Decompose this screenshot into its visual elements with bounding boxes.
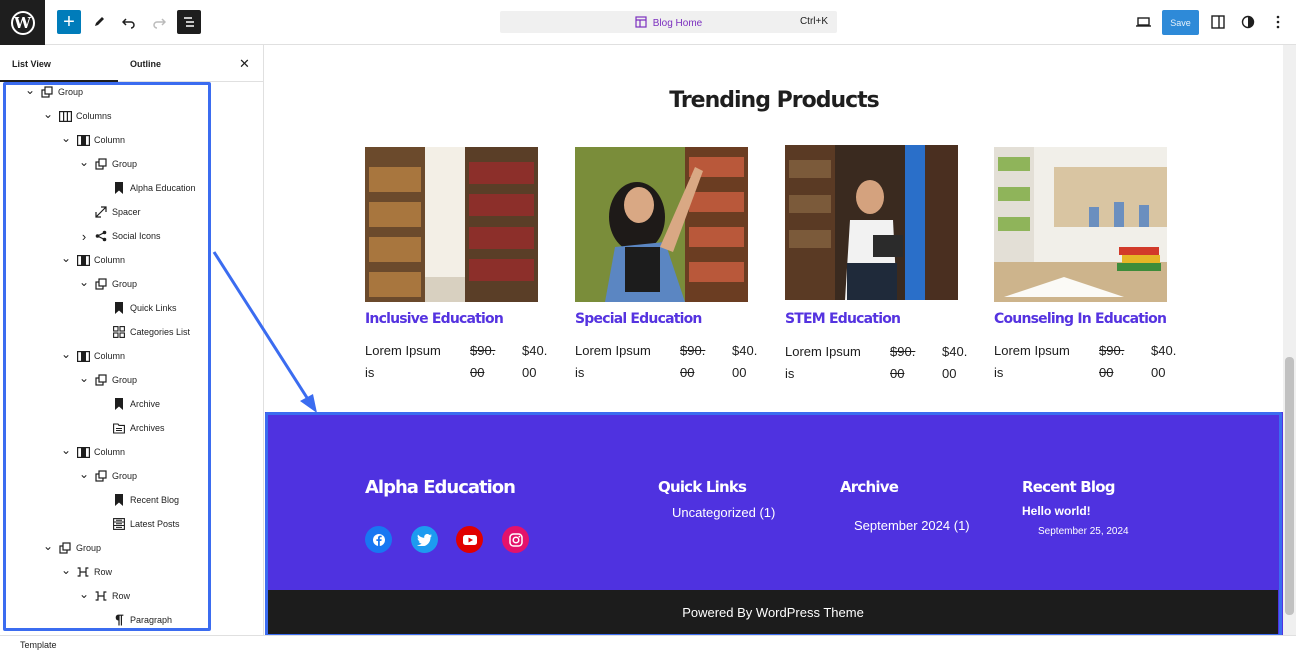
options-button[interactable] [1266,10,1290,34]
pencil-icon [95,17,104,26]
editor-header: W + Blog Home Ctrl+K Save [0,0,1296,45]
product-description: Lorem Ipsum is [575,343,651,380]
product-description: Lorem Ipsum is [365,343,441,380]
block-breadcrumb-bar: Template [0,635,1296,654]
tab-outline[interactable]: Outline [130,59,161,69]
footer-recent-blog-heading[interactable]: Recent Blog [1022,478,1115,496]
twitter-icon[interactable] [411,526,438,553]
product-old-price: $90. 00 [890,344,916,381]
wordpress-icon: W [10,10,35,35]
sidebar-icon [1211,15,1225,29]
redo-button[interactable] [147,10,171,34]
settings-panel-button[interactable] [1206,10,1230,34]
shortcut-hint: Ctrl+K [799,16,828,27]
undo-button[interactable] [117,10,141,34]
tools-button[interactable] [87,10,111,34]
breadcrumb-template[interactable]: Template [20,640,57,650]
footer-recent-post-date: September 25, 2024 [1038,526,1129,537]
instagram-icon[interactable] [502,526,529,553]
section-heading[interactable]: Trending Products [265,88,1283,113]
undo-icon [122,18,135,29]
footer-recent-post-link[interactable]: Hello world! [1022,504,1091,518]
footer-archive-link[interactable]: September 2024 (1) [854,518,970,533]
editor-canvas[interactable]: Trending Products Inclusive Education Lo… [265,45,1283,635]
footer-archive-heading[interactable]: Archive [840,478,899,496]
plus-icon: + [63,11,75,33]
footer-quick-links-heading[interactable]: Quick Links [658,478,747,496]
tab-list-view[interactable]: List View [12,59,51,69]
product-image[interactable] [575,147,748,302]
view-button[interactable] [1132,10,1156,34]
more-vertical-icon [1276,15,1280,29]
product-card[interactable]: Counseling In Education Lorem Ipsum is $9… [994,147,1176,380]
product-new-price: $40. 00 [942,344,968,381]
add-block-button[interactable]: + [57,10,81,34]
product-title[interactable]: Inclusive Education [365,311,504,327]
desktop-icon [1136,17,1151,27]
product-description: Lorem Ipsum is [785,344,861,381]
product-description: Lorem Ipsum is [994,343,1070,380]
product-image[interactable] [785,145,958,300]
product-image[interactable] [365,147,538,302]
document-overview-button[interactable] [177,10,201,34]
product-image[interactable] [994,147,1167,302]
wordpress-logo-button[interactable]: W [0,0,45,45]
save-button[interactable]: Save [1162,10,1199,35]
styles-button[interactable] [1236,10,1260,34]
product-old-price: $90. 00 [1099,343,1125,380]
close-icon[interactable]: ✕ [239,56,250,72]
site-footer[interactable]: Alpha Education Quick Links Uncategorize… [265,412,1283,635]
command-palette-bar[interactable]: Blog Home Ctrl+K [500,11,837,33]
product-new-price: $40. 00 [1151,343,1177,380]
product-title[interactable]: STEM Education [785,311,901,327]
product-title[interactable]: Special Education [575,311,702,327]
product-title[interactable]: Counseling In Education [994,311,1167,327]
product-card[interactable]: Special Education Lorem Ipsum is $90. 00 $… [575,147,757,380]
product-old-price: $90. 00 [680,343,706,380]
facebook-icon[interactable] [365,526,392,553]
product-card[interactable]: Inclusive Education Lorem Ipsum is $90. 00… [365,147,547,380]
canvas-scrollbar[interactable] [1283,45,1296,635]
sidebar-tabs: List View Outline ✕ [0,45,264,82]
product-old-price: $90. 00 [470,343,496,380]
document-title: Blog Home [652,18,703,29]
contrast-icon [1241,15,1255,29]
scrollbar-thumb[interactable] [1285,357,1294,615]
powered-by-text[interactable]: Powered By WordPress Theme [268,605,1278,620]
list-view-selection-highlight [3,82,211,631]
footer-category-link[interactable]: Uncategorized (1) [672,505,775,520]
footer-brand-title[interactable]: Alpha Education [365,477,516,498]
youtube-icon[interactable] [456,526,483,553]
template-icon [635,16,647,28]
list-view-icon [184,17,194,27]
product-new-price: $40. 00 [522,343,548,380]
product-new-price: $40. 00 [732,343,758,380]
redo-icon [153,18,166,29]
footer-copyright-bar[interactable]: Powered By WordPress Theme [268,590,1278,635]
product-card[interactable]: STEM Education Lorem Ipsum is $90. 00 $40.… [785,145,967,381]
